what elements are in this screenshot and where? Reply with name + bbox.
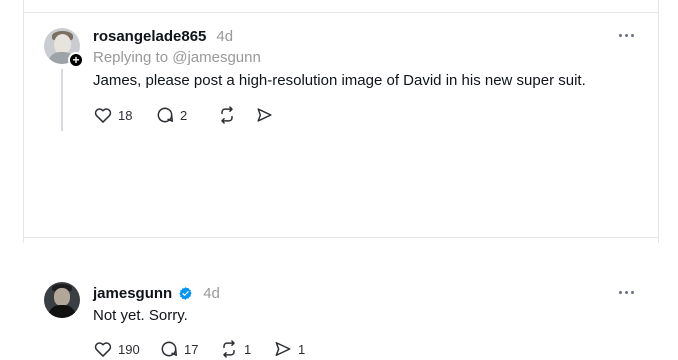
like-count: 190 (118, 341, 140, 357)
send-icon (275, 342, 291, 356)
replying-mention[interactable]: @jamesgunn (172, 49, 261, 66)
more-dot (624, 33, 628, 37)
action-bar: 18 2 (93, 104, 279, 126)
more-dot (624, 290, 628, 294)
replying-to-line: Replying to @jamesgunn (93, 49, 261, 66)
feed-bottom-border (23, 237, 659, 238)
like-button[interactable]: 190 (93, 339, 159, 359)
more-dot (630, 33, 634, 37)
reply-count: 17 (184, 341, 199, 357)
repost-button[interactable] (217, 105, 255, 125)
post-text: Not yet. Sorry. (93, 307, 188, 324)
comment-icon (157, 107, 173, 123)
like-count: 18 (118, 107, 133, 123)
repost-icon (221, 106, 233, 124)
send-icon (257, 108, 272, 122)
more-icon[interactable] (614, 283, 638, 301)
avatar-face (54, 34, 71, 54)
avatar[interactable] (44, 282, 80, 318)
replying-prefix: Replying to (93, 49, 173, 66)
username[interactable]: jamesgunn (93, 285, 172, 302)
username[interactable]: rosangelade865 (93, 28, 206, 45)
post-header: jamesgunn 4d (93, 284, 220, 302)
post-time[interactable]: 4d (203, 285, 220, 302)
avatar-face (54, 288, 70, 306)
verified-badge-icon (178, 286, 193, 301)
more-dot (630, 290, 634, 294)
heart-icon (94, 108, 112, 123)
repost-count: 1 (244, 341, 252, 357)
reply-button[interactable]: 17 (159, 339, 219, 359)
plus-icon[interactable]: + (68, 52, 84, 68)
comment-icon (161, 341, 177, 357)
action-bar: 190 17 1 1 (93, 338, 313, 360)
original-post[interactable]: jamesgunn 4d Not yet. Sorry. 190 17 1 1 (0, 140, 678, 358)
repost-icon (223, 340, 235, 358)
post-text: James, please post a high-resolution ima… (93, 72, 586, 89)
more-icon[interactable] (614, 26, 638, 44)
share-count: 1 (298, 341, 306, 357)
heart-icon (94, 342, 112, 357)
reply-count: 2 (180, 107, 188, 123)
more-dot (618, 290, 622, 294)
post-time[interactable]: 4d (216, 28, 233, 45)
reply-button[interactable]: 2 (155, 105, 217, 125)
like-button[interactable]: 18 (93, 105, 155, 125)
share-button[interactable]: 1 (273, 339, 313, 359)
thread-line (61, 69, 63, 131)
repost-button[interactable]: 1 (219, 339, 273, 359)
post-header: rosangelade865 4d (93, 27, 233, 45)
more-dot (618, 33, 622, 37)
share-button[interactable] (255, 105, 279, 125)
avatar-jacket (48, 305, 76, 318)
reply-post[interactable]: + rosangelade865 4d Replying to @jamesgu… (0, 0, 678, 140)
